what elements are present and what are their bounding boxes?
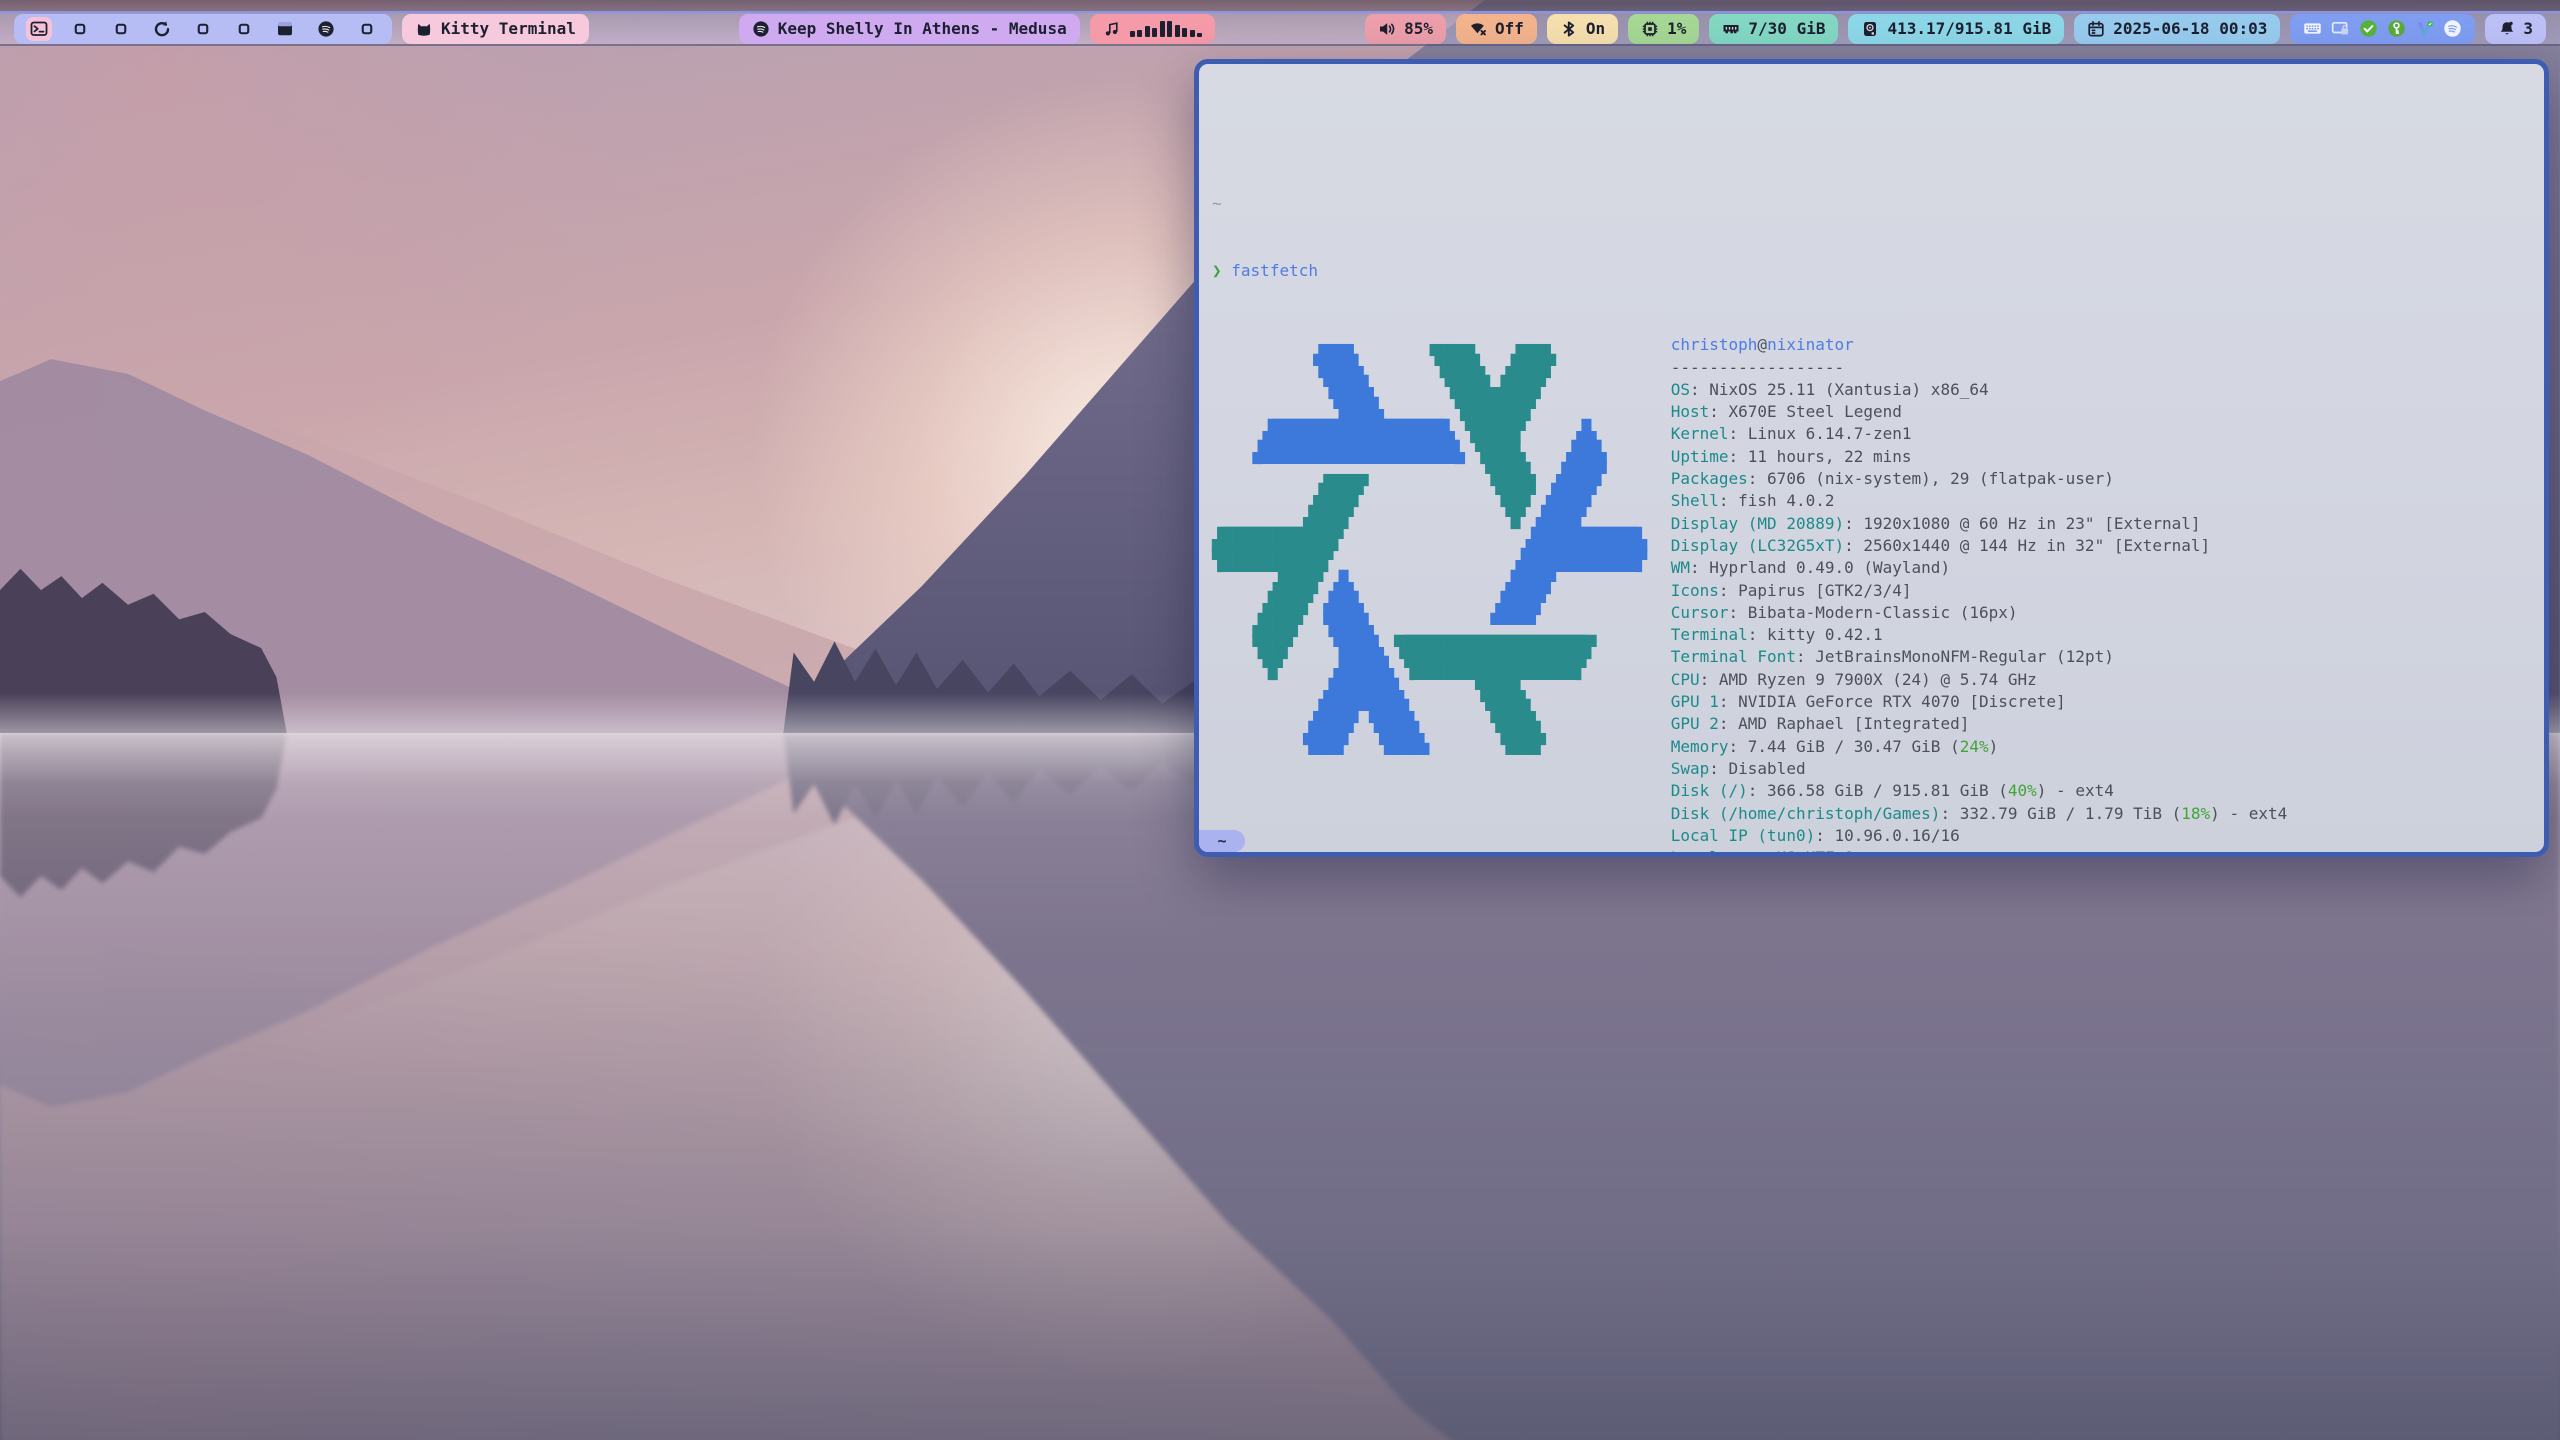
fastfetch-info-line: WM: Hyprland 0.49.0 (Wayland) [1671,557,2288,579]
fastfetch-info-line: GPU 1: NVIDIA GeForce RTX 4070 [Discrete… [1671,691,2288,713]
workspace-2[interactable] [67,17,93,41]
volume-value: 85% [1404,19,1433,38]
fastfetch-info-line: Display (MD 20889): 1920x1080 @ 60 Hz in… [1671,513,2288,535]
clock-value: 2025-06-18 00:03 [2113,19,2267,38]
fastfetch-info-line: Locale: en_US.UTF-8 [1671,847,2288,857]
now-playing-label: Keep Shelly In Athens - Medusa [778,19,1067,38]
square-icon [112,20,130,38]
audio-visualizer-module[interactable] [1090,14,1216,44]
cpu-value: 1% [1667,19,1686,38]
notifications-module[interactable]: 3 [2485,14,2546,44]
fastfetch-info-line: Disk (/home/christoph/Games): 332.79 GiB… [1671,803,2288,825]
fastfetch-info-line: Swap: Disabled [1671,758,2288,780]
network-module[interactable]: Off [1456,14,1537,44]
fastfetch-info-line: OS: NixOS 25.11 (Xantusia) x86_64 [1671,379,2288,401]
disk-icon [1861,20,1879,38]
workspace-4[interactable] [149,17,175,41]
keyboard-icon[interactable] [2303,19,2322,38]
fastfetch-info-line: christoph@nixinator [1671,334,2288,356]
workspace-9[interactable] [354,17,380,41]
network-value: Off [1495,19,1524,38]
spotify-light-icon[interactable] [2443,19,2462,38]
clock-module[interactable]: 2025-06-18 00:03 [2074,14,2280,44]
top-bar: Kitty Terminal Keep Shelly In Athens - M… [0,11,2560,46]
kitty-tab-bar: ~ [1199,830,1245,852]
volume-module[interactable]: 85% [1365,14,1446,44]
terminal-tab[interactable]: ~ [1199,830,1245,852]
window-title-label: Kitty Terminal [441,19,576,38]
key-icon[interactable] [2387,19,2406,38]
system-tray [2290,14,2475,44]
wifi-off-icon [1469,20,1487,38]
window-icon [276,20,294,38]
fastfetch-info-line: Local IP (tun0): 10.96.0.16/16 [1671,825,2288,847]
fastfetch-info-line: Cursor: Bibata-Modern-Classic (16px) [1671,602,2288,624]
cpu-module[interactable]: 1% [1628,14,1699,44]
fastfetch-info-line: Uptime: 11 hours, 22 mins [1671,446,2288,468]
square-icon [71,20,89,38]
terminal-icon [30,20,48,38]
disk-value: 413.17/915.81 GiB [1887,19,2051,38]
fastfetch-info-line: Memory: 7.44 GiB / 30.47 GiB (24%) [1671,736,2288,758]
prompt-cwd: ~ [1212,193,2531,215]
fastfetch-info-line: Display (LC32G5xT): 2560x1440 @ 144 Hz i… [1671,535,2288,557]
workspace-7[interactable] [272,17,298,41]
calendar-icon [2087,20,2105,38]
bluetooth-value: On [1586,19,1605,38]
memory-value: 7/30 GiB [1748,19,1825,38]
fastfetch-output: ▗▄▄▄ ▗▄▄▄▄ ▄▄▄▖ ▜███▙ ▜███▙ ▟███▛ ▜███▙ … [1212,334,2531,857]
fastfetch-info-line: CPU: AMD Ryzen 9 7900X (24) @ 5.74 GHz [1671,669,2288,691]
visualizer-bars [1130,21,1203,37]
vesktop-icon[interactable] [2415,19,2434,38]
terminal-content[interactable]: ~ ❯ fastfetch ▗▄▄▄ ▗▄▄▄▄ ▄▄▄▖ ▜███▙ ▜███… [1199,64,2544,852]
workspace-switcher [14,14,392,44]
media-player-module[interactable]: Keep Shelly In Athens - Medusa [739,14,1080,44]
square-icon [194,20,212,38]
bluetooth-module[interactable]: On [1547,14,1618,44]
refresh-icon [153,20,171,38]
fastfetch-info-line: GPU 2: AMD Raphael [Integrated] [1671,713,2288,735]
bell-icon [2498,20,2516,38]
kitty-terminal-window[interactable]: ~ ❯ fastfetch ▗▄▄▄ ▗▄▄▄▄ ▄▄▄▖ ▜███▙ ▜███… [1194,59,2549,857]
nixos-logo: ▗▄▄▄ ▗▄▄▄▄ ▄▄▄▖ ▜███▙ ▜███▙ ▟███▛ ▜███▙ … [1212,334,1647,766]
music-note-icon [1103,20,1121,38]
fastfetch-info-line: Icons: Papirus [GTK2/3/4] [1671,580,2288,602]
workspace-1-active[interactable] [26,17,52,41]
fastfetch-info-line: Packages: 6706 (nix-system), 29 (flatpak… [1671,468,2288,490]
fastfetch-info-line: Disk (/): 366.58 GiB / 915.81 GiB (40%) … [1671,780,2288,802]
fastfetch-info-line: Kernel: Linux 6.14.7-zen1 [1671,423,2288,445]
cat-icon [415,20,433,38]
fastfetch-info-line: Terminal: kitty 0.42.1 [1671,624,2288,646]
prompt-symbol: ❯ [1212,261,1222,280]
workspace-3[interactable] [108,17,134,41]
spotify-icon [317,20,335,38]
spotify-icon [752,20,770,38]
fastfetch-info-line: Host: X670E Steel Legend [1671,401,2288,423]
screenshare-icon[interactable] [2331,19,2350,38]
speaker-icon [1378,20,1396,38]
prompt-command: fastfetch [1231,261,1318,280]
square-icon [358,20,376,38]
bluetooth-icon [1560,20,1578,38]
workspace-8[interactable] [313,17,339,41]
memory-module[interactable]: 7/30 GiB [1709,14,1838,44]
fastfetch-info-line: Shell: fish 4.0.2 [1671,490,2288,512]
fastfetch-info: christoph@nixinator------------------OS:… [1671,334,2288,857]
cpu-icon [1641,20,1659,38]
active-window-title: Kitty Terminal [402,14,589,44]
workspace-6[interactable] [231,17,257,41]
ram-icon [1722,20,1740,38]
disk-module[interactable]: 413.17/915.81 GiB [1848,14,2064,44]
fastfetch-info-line: ------------------ [1671,357,2288,379]
fastfetch-info-line: Terminal Font: JetBrainsMonoNFM-Regular … [1671,646,2288,668]
check-icon[interactable] [2359,19,2378,38]
square-icon [235,20,253,38]
notification-count: 3 [2523,19,2533,38]
workspace-5[interactable] [190,17,216,41]
